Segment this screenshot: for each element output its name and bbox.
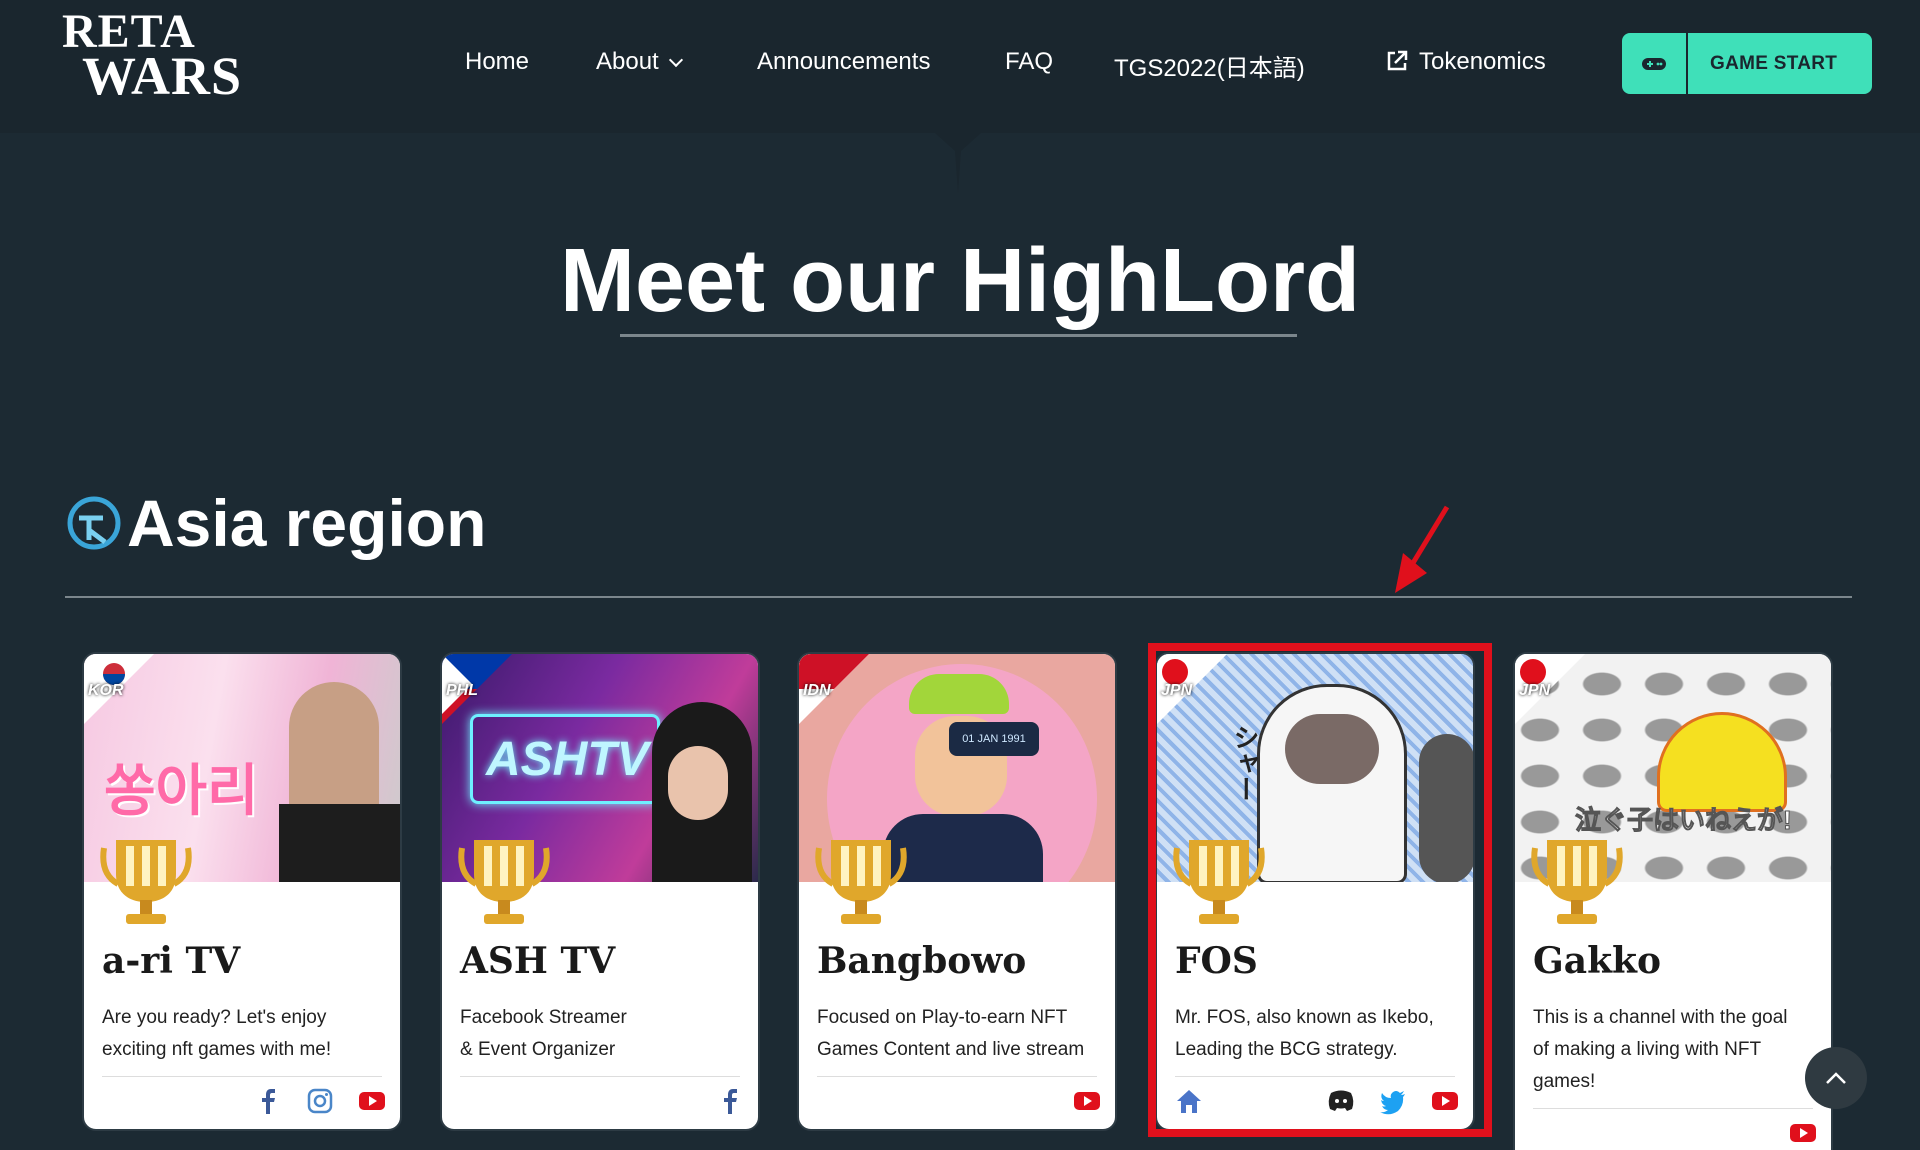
region-header: Asia region <box>65 485 486 561</box>
avatar-hat <box>909 674 1009 714</box>
card-image-text: 쏭아리 <box>104 759 259 824</box>
flag-label: KOR <box>88 682 124 699</box>
card-description-line: Facebook Streamer <box>460 1007 627 1028</box>
card-description-line: Games Content and live stream <box>817 1039 1085 1060</box>
card-name: a-ri TV <box>102 940 241 982</box>
nav-faq[interactable]: FAQ <box>1005 48 1053 76</box>
reta-logo-icon <box>67 496 121 550</box>
header-notch <box>935 133 981 193</box>
scroll-to-top-button[interactable] <box>1805 1047 1867 1109</box>
chevron-up-icon <box>1826 1072 1846 1084</box>
streamer-photo <box>668 746 728 820</box>
trophy-icon <box>1173 840 1265 924</box>
game-start-button[interactable]: GAME START <box>1622 33 1872 94</box>
card-image-text: ASHTV <box>486 733 649 786</box>
highlord-card[interactable]: 01 JAN 1991 IDN Bangbowo Focused on Play… <box>797 652 1117 1131</box>
site-header: RETA WARS Home About Announcements FAQ T… <box>0 0 1920 133</box>
nav-tokenomics[interactable]: Tokenomics <box>1385 48 1546 76</box>
card-description: This is a channel with the goal of makin… <box>1533 1002 1813 1100</box>
game-start-label: GAME START <box>1710 52 1838 74</box>
nav-announcements[interactable]: Announcements <box>757 48 930 76</box>
facebook-icon[interactable] <box>716 1087 744 1115</box>
card-description-line: Are you ready? Let's enjoy <box>102 1007 327 1028</box>
flag-label: IDN <box>803 682 831 699</box>
youtube-icon[interactable] <box>1789 1119 1817 1147</box>
card-description-line: & Event Organizer <box>460 1039 616 1060</box>
logo-line-2: WARS <box>82 46 243 106</box>
flag-label: PHL <box>446 682 478 699</box>
card-name: Gakko <box>1533 940 1661 982</box>
card-description: Focused on Play-to-earn NFT Games Conten… <box>817 1002 1097 1068</box>
region-title: Asia region <box>127 486 487 560</box>
vr-headset-display: 01 JAN 1991 <box>949 722 1039 756</box>
streamer-outfit <box>279 804 400 882</box>
trophy-icon <box>100 840 192 924</box>
card-description-line: exciting nft games with me! <box>102 1039 332 1060</box>
youtube-icon[interactable] <box>1073 1087 1101 1115</box>
nav-about[interactable]: About <box>596 48 683 76</box>
facebook-icon[interactable] <box>254 1087 282 1115</box>
logo[interactable]: RETA WARS <box>62 8 267 110</box>
card-name: Bangbowo <box>817 940 1027 982</box>
youtube-icon[interactable] <box>358 1087 386 1115</box>
social-links <box>460 1077 740 1129</box>
card-description-line: This is a channel with the goal <box>1533 1007 1788 1028</box>
highlord-card[interactable]: 泣ぐ子はいねえが! JPN Gakko This is a channel wi… <box>1513 652 1833 1150</box>
flag-label: JPN <box>1519 682 1551 699</box>
card-image-text: 泣ぐ子はいねえが! <box>1575 805 1793 836</box>
nav-home[interactable]: Home <box>465 48 529 76</box>
card-description-line: Focused on Play-to-earn NFT <box>817 1007 1068 1028</box>
highlord-card[interactable]: ASHTV PHL ASH TV Facebook Streamer & Eve… <box>440 652 760 1131</box>
external-link-icon <box>1387 50 1408 70</box>
card-description-line: games! <box>1533 1071 1596 1092</box>
chevron-down-icon <box>668 52 683 68</box>
title-underline <box>620 334 1297 337</box>
highlord-card[interactable]: 쏭아리 KOR a-ri TV Are you ready? Let's enj… <box>82 652 402 1131</box>
nav-tokenomics-label: Tokenomics <box>1419 48 1546 75</box>
trophy-icon <box>458 840 550 924</box>
nav-about-label: About <box>596 48 659 75</box>
nav-tgs2022[interactable]: TGS2022(日本語) <box>1114 48 1305 83</box>
social-links <box>1533 1109 1816 1150</box>
trophy-icon <box>815 840 907 924</box>
card-description-line: of making a living with NFT <box>1533 1039 1762 1060</box>
card-name: ASH TV <box>460 940 616 982</box>
social-links <box>817 1077 1100 1129</box>
page-title: Meet our HighLord <box>560 231 1360 331</box>
red-arrow-annotation <box>1395 505 1450 593</box>
gamepad-icon <box>1622 33 1688 94</box>
card-description: Facebook Streamer & Event Organizer <box>460 1002 740 1068</box>
social-links <box>102 1077 385 1129</box>
trophy-icon <box>1531 840 1623 924</box>
card-description: Are you ready? Let's enjoy exciting nft … <box>102 1002 382 1068</box>
region-divider <box>65 596 1852 598</box>
instagram-icon[interactable] <box>306 1087 334 1115</box>
